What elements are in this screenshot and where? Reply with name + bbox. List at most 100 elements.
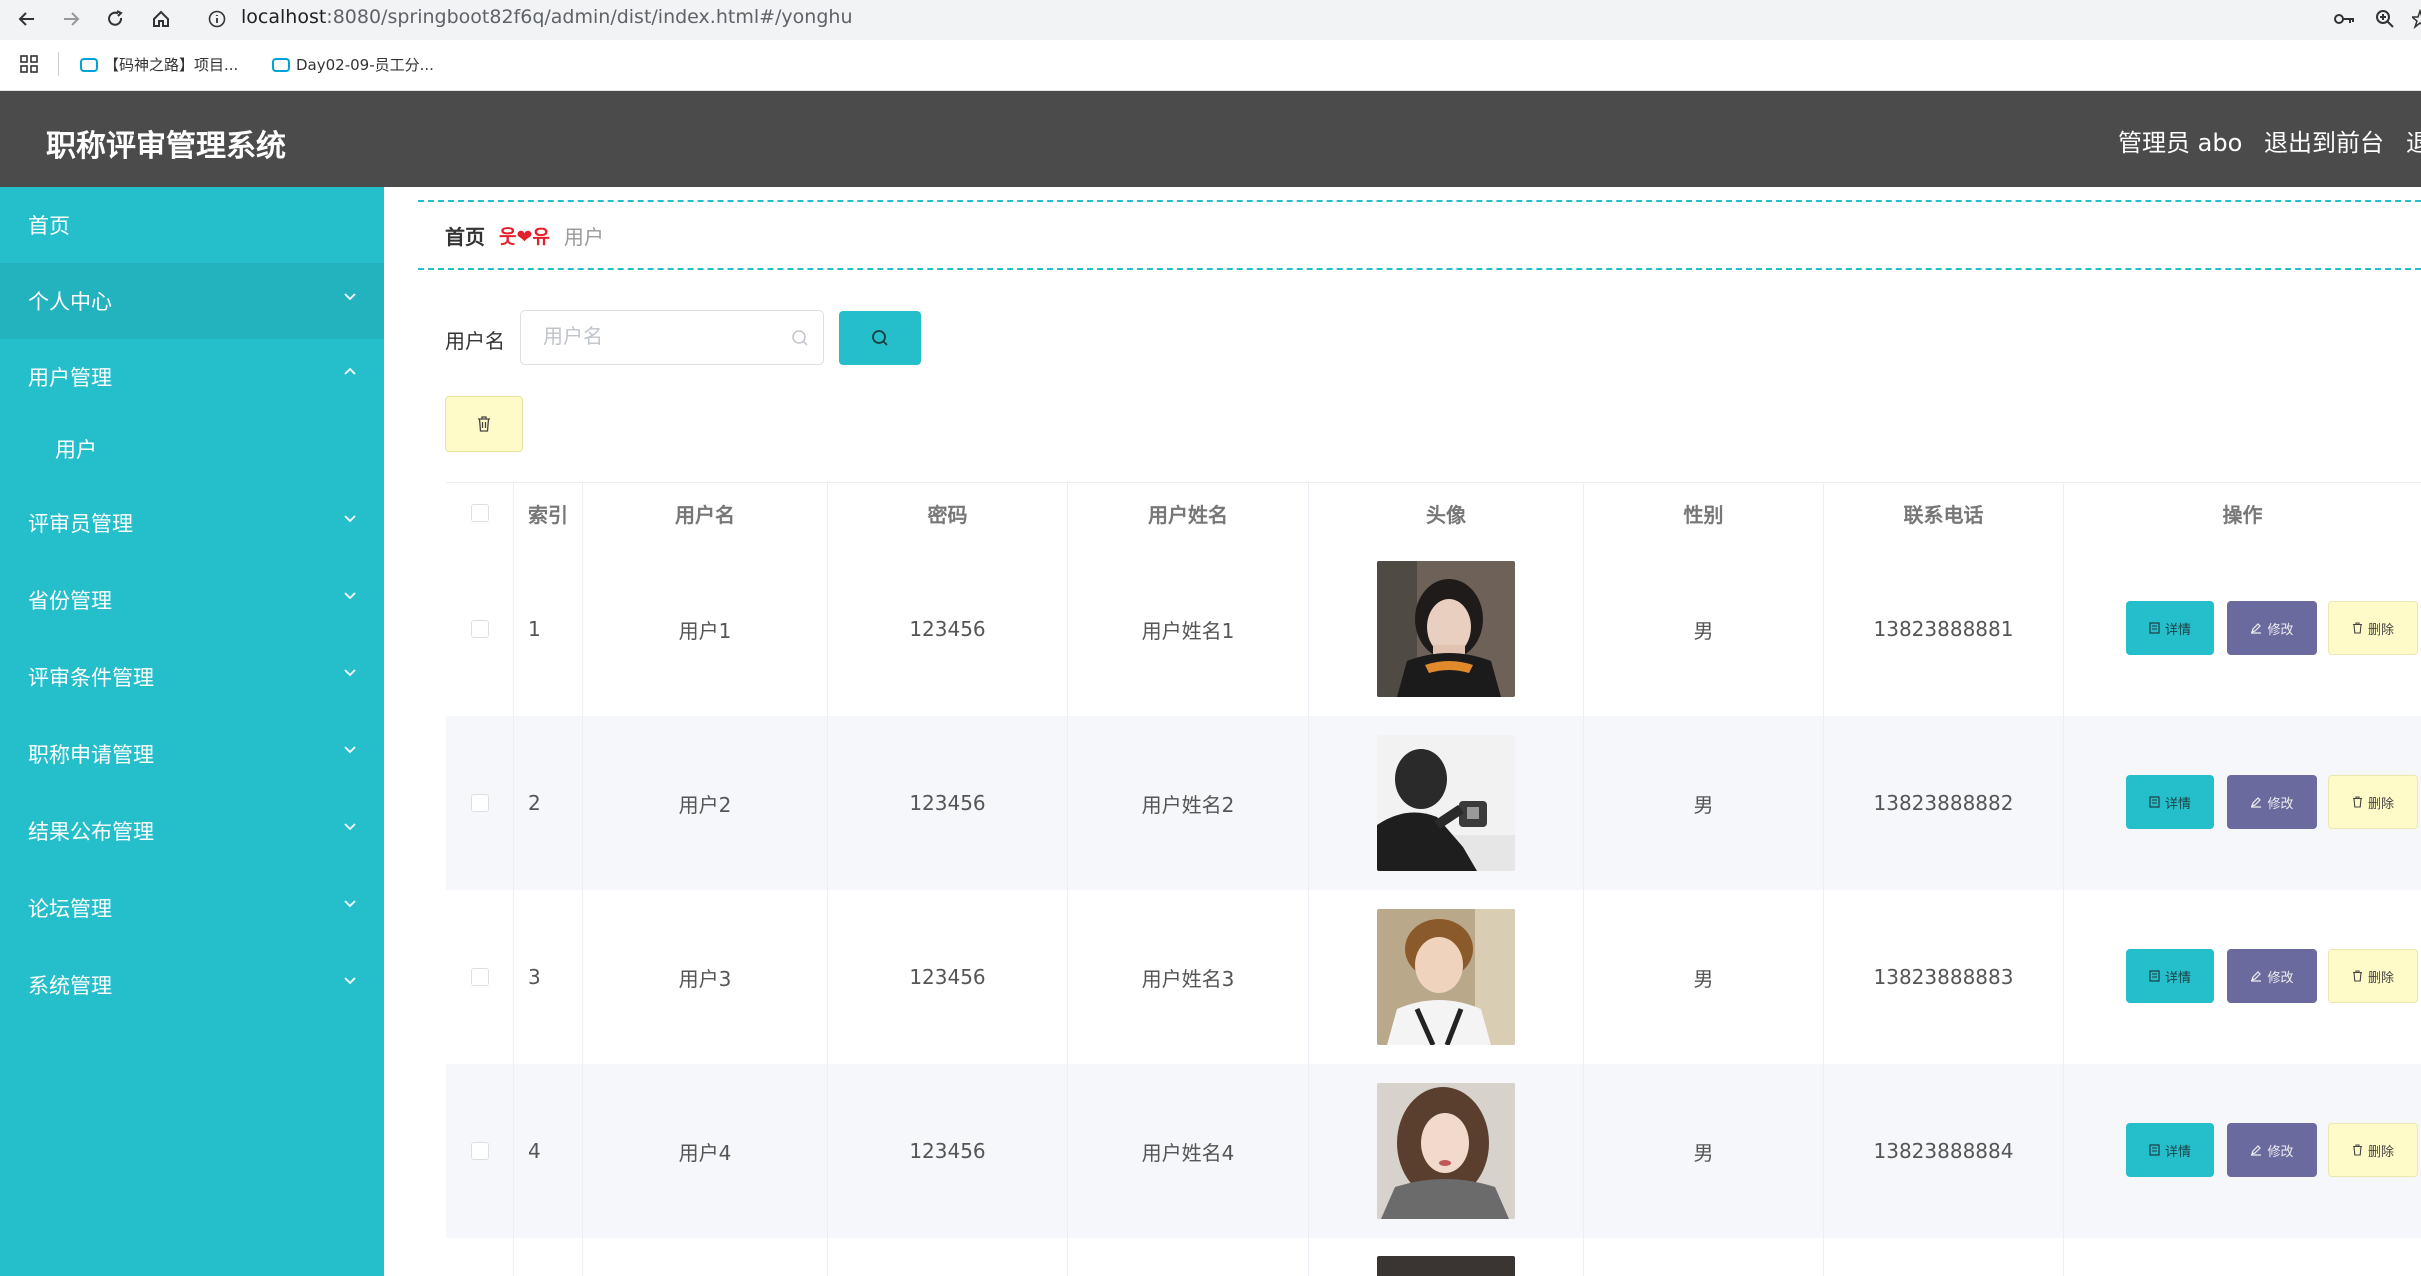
logout-link[interactable]: 退: [2406, 123, 2421, 158]
trash-icon: [2352, 796, 2362, 808]
exit-to-front-link[interactable]: 退出到前台: [2264, 123, 2384, 158]
delete-button[interactable]: 删除: [2328, 949, 2418, 1003]
sidebar-item-home[interactable]: 首页: [0, 187, 384, 263]
cell-actions: [2064, 1238, 2421, 1276]
row-checkbox[interactable]: [470, 620, 489, 638]
cell-avatar: [1309, 1064, 1584, 1238]
address-bar[interactable]: localhost:8080/springboot82f6q/admin/dis…: [241, 6, 852, 28]
sidebar-item-label: 评审员管理: [28, 512, 133, 536]
chevron-down-icon: [344, 592, 356, 600]
trash-icon: [2352, 622, 2362, 634]
detail-button[interactable]: 详情: [2126, 1123, 2214, 1177]
sidebar: 首页 个人中心 用户管理 用户 评审员管理 省份管理 评审条件管理 职称申请管理…: [0, 187, 384, 1276]
column-header: 联系电话: [1824, 483, 2064, 543]
chevron-down-icon: [344, 746, 356, 754]
cell-avatar: [1309, 1238, 1584, 1276]
sidebar-item-users[interactable]: 用户: [0, 411, 384, 487]
column-header: 索引: [514, 483, 583, 543]
bookmark-star-icon[interactable]: [2405, 4, 2421, 34]
bookmark-item[interactable]: 【码神之路】项目...: [80, 54, 238, 75]
site-info-icon[interactable]: [202, 4, 232, 34]
cell-username: [583, 1238, 828, 1276]
column-header: 用户名: [583, 483, 828, 543]
delete-button[interactable]: 删除: [2328, 601, 2418, 655]
edit-button[interactable]: 修改: [2227, 601, 2317, 655]
row-checkbox-cell: [446, 1064, 514, 1238]
breadcrumb-home[interactable]: 首页: [445, 221, 485, 250]
cell-password: [828, 1238, 1068, 1276]
search-icon: [792, 330, 808, 346]
trash-icon: [2352, 970, 2362, 982]
delete-label: 删除: [2367, 1144, 2394, 1160]
sidebar-item-label: 省份管理: [28, 589, 112, 613]
bookmark-item[interactable]: Day02-09-员工分...: [272, 54, 434, 75]
detail-button[interactable]: 详情: [2126, 949, 2214, 1003]
sidebar-item-reviewer-management[interactable]: 评审员管理: [0, 485, 384, 561]
edit-button[interactable]: 修改: [2227, 775, 2317, 829]
search-button[interactable]: [839, 311, 921, 365]
reload-icon[interactable]: [100, 4, 130, 34]
cell-index: 1: [514, 542, 583, 716]
row-checkbox[interactable]: [470, 794, 489, 812]
table-row: 3 用户3 123456 用户姓名3 男 13823888883 详情 修改 删…: [446, 890, 2421, 1065]
row-checkbox-cell: [446, 542, 514, 716]
sidebar-item-province-management[interactable]: 省份管理: [0, 562, 384, 638]
cell-avatar: [1309, 716, 1584, 890]
delete-button[interactable]: 删除: [2328, 1123, 2418, 1177]
column-header: 操作: [2222, 502, 2263, 527]
document-icon: [2149, 796, 2160, 808]
search-input[interactable]: [541, 323, 785, 349]
edit-label: 修改: [2267, 1144, 2294, 1160]
sidebar-item-title-application[interactable]: 职称申请管理: [0, 716, 384, 792]
cell-username: 用户3: [583, 890, 828, 1064]
home-icon[interactable]: [146, 4, 176, 34]
password-key-icon[interactable]: [2330, 4, 2360, 34]
avatar: [1377, 1083, 1515, 1219]
bookmark-label: Day02-09-员工分...: [296, 56, 434, 74]
delete-button[interactable]: 删除: [2328, 775, 2418, 829]
cell-phone: 13823888883: [1824, 890, 2064, 1064]
edit-button[interactable]: 修改: [2227, 1123, 2317, 1177]
table-row: 2 用户2 123456 用户姓名2 男 13823888882 详情 修改 删…: [446, 716, 2421, 891]
cell-username: 用户4: [583, 1064, 828, 1238]
cell-gender: 男: [1584, 1064, 1824, 1238]
detail-button[interactable]: 详情: [2126, 601, 2214, 655]
chevron-down-icon: [344, 293, 356, 301]
select-all-checkbox[interactable]: [470, 504, 489, 522]
cell-phone: 13823888884: [1824, 1064, 2064, 1238]
row-checkbox[interactable]: [470, 968, 489, 986]
sidebar-item-results-announcement[interactable]: 结果公布管理: [0, 793, 384, 869]
sidebar-item-label: 用户管理: [28, 366, 112, 390]
browser-toolbar: localhost:8080/springboot82f6q/admin/dis…: [0, 0, 2421, 40]
breadcrumb-current: 用户: [563, 224, 604, 249]
batch-delete-button[interactable]: [445, 396, 523, 452]
sidebar-item-user-management[interactable]: 用户管理: [0, 339, 384, 415]
sidebar-item-review-conditions[interactable]: 评审条件管理: [0, 639, 384, 715]
sidebar-item-personal-center[interactable]: 个人中心: [0, 263, 384, 339]
app-title: 职称评审管理系统: [46, 129, 286, 164]
search-label: 用户名: [445, 329, 505, 353]
edit-label: 修改: [2267, 622, 2294, 638]
detail-button[interactable]: 详情: [2126, 775, 2214, 829]
zoom-icon[interactable]: [2370, 4, 2400, 34]
admin-user-label: 管理员 abo: [2118, 129, 2243, 157]
avatar: [1377, 909, 1515, 1045]
apps-grid-icon[interactable]: [20, 55, 38, 73]
cell-index: [514, 1238, 583, 1276]
chevron-down-icon: [344, 823, 356, 831]
sidebar-item-forum-management[interactable]: 论坛管理: [0, 870, 384, 946]
header-checkbox-cell: [446, 483, 514, 543]
row-checkbox[interactable]: [470, 1142, 489, 1160]
bilibili-icon: [80, 57, 98, 72]
sidebar-item-system-management[interactable]: 系统管理: [0, 947, 384, 1023]
cell-gender: 男: [1584, 716, 1824, 890]
cell-password: 123456: [828, 1064, 1068, 1238]
forward-icon[interactable]: [56, 4, 86, 34]
cell-password: 123456: [828, 716, 1068, 890]
sidebar-item-label: 首页: [28, 214, 70, 238]
cell-name: [1068, 1238, 1309, 1276]
edit-label: 修改: [2267, 970, 2294, 986]
edit-button[interactable]: 修改: [2227, 949, 2317, 1003]
back-icon[interactable]: [12, 4, 42, 34]
cell-avatar: [1309, 890, 1584, 1064]
